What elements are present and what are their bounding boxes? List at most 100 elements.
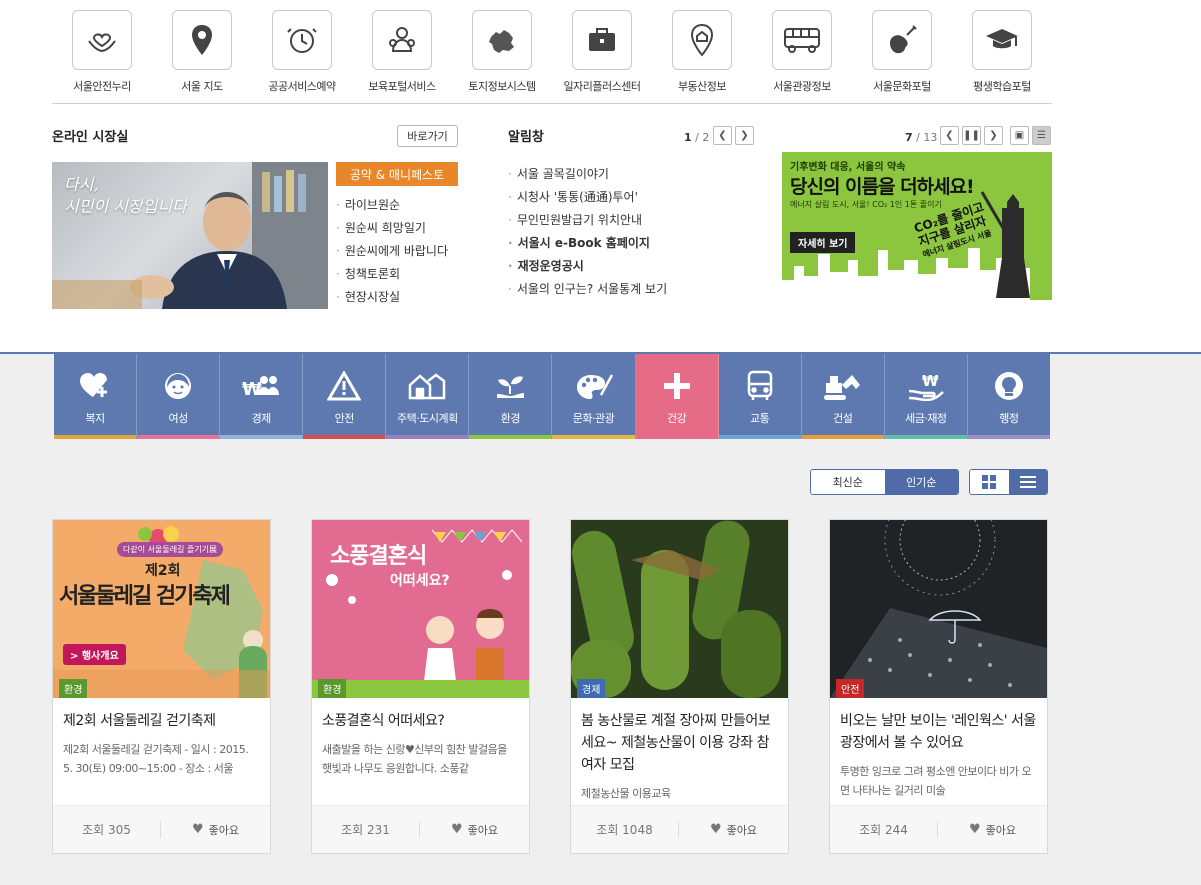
category-traffic[interactable]: 교통 [718,354,802,439]
banner-next-button[interactable]: ❯ [984,126,1003,145]
manifesto-button[interactable]: 공약 & 매니페스토 [336,162,458,186]
shortcut-map[interactable]: 서울 지도 [152,0,252,103]
heart-icon: ♥ [968,822,981,837]
banner-prev-button[interactable]: ❮ [940,126,959,145]
notice-link[interactable]: 서울의 인구는? 서울통계 보기 [508,280,667,303]
notice-next-button[interactable]: ❯ [735,126,754,145]
banner-pause-button[interactable]: ❚❚ [962,126,981,145]
shortcut-learning[interactable]: 평생학습포털 [952,0,1052,103]
like-button[interactable]: ♥ 좋아요 [679,822,788,838]
shortcut-childcare[interactable]: 보육포털서비스 [352,0,452,103]
category-underline [801,435,884,439]
shortcut-reservation[interactable]: 공공서비스예약 [252,0,352,103]
category-construction[interactable]: 건설 [801,354,885,439]
mayor-link[interactable]: 현장시장실 [336,288,448,311]
notice-link[interactable]: 재정운영공시 [508,257,667,280]
shortcut-tourism[interactable]: 서울관광정보 [752,0,852,103]
notice-link[interactable]: 무인민원발급기 위치안내 [508,211,667,234]
won-hand-icon: ₩ [907,368,945,404]
shortcut-safety[interactable]: 서울안전누리 [52,0,152,103]
like-button[interactable]: ♥ 좋아요 [161,822,270,838]
notice-link[interactable]: 서울 골목길이야기 [508,165,667,188]
category-tax[interactable]: ₩ 세금·재정 [884,354,968,439]
category-culture[interactable]: 문화·관광 [552,354,636,439]
shortcut-label: 서울문화포털 [873,80,931,93]
view-count: 조회 231 [312,821,420,838]
list-icon [1019,476,1036,488]
houses-icon [408,368,446,404]
shortcut-jobs[interactable]: 일자리플러스센터 [552,0,652,103]
card-image-caption: 어떠세요? [390,573,450,589]
category-safety[interactable]: 안전 [303,354,387,439]
like-label: 좋아요 [208,823,240,837]
mayor-link[interactable]: 원순씨에게 바랍니다 [336,242,448,265]
heart-plus-icon [78,368,112,404]
category-environment[interactable]: 환경 [469,354,553,439]
category-label: 안전 [334,412,355,425]
card-image: 안전 [830,520,1047,698]
content-card[interactable]: 안전 비오는 날만 보이는 '레인웍스' 서울광장에서 볼 수 있어요 투명한 … [829,519,1048,854]
card-description: 제철농산물 이용교육 [581,787,671,800]
card-image-caption: 서울둘레길 걷기축제 [59,584,231,609]
category-administration[interactable]: 행정 [967,354,1050,439]
mayor-link[interactable]: 라이브원순 [336,196,448,219]
guitar-icon [872,10,932,70]
like-button[interactable]: ♥ 좋아요 [938,822,1047,838]
chevron-left-icon: ❮ [945,130,954,141]
banner-page-current: 7 [905,131,913,144]
notice-link[interactable]: 서울시 e-Book 홈페이지 [508,234,667,257]
category-label: 복지 [85,412,105,425]
house-pin-icon [672,10,732,70]
category-underline [552,435,635,439]
grid-view-button[interactable] [970,470,1009,494]
mayor-link[interactable]: 원순씨 희망일기 [336,219,448,242]
category-welfare[interactable]: 복지 [54,354,138,439]
mayor-photo[interactable]: 다시, 시민이 시장입니다 [52,162,328,309]
child-icon [372,10,432,70]
shortcut-land-info[interactable]: 토지정보시스템 [452,0,552,103]
category-tag: 경제 [577,679,606,698]
category-underline [884,435,967,439]
category-underline [635,435,718,439]
sort-popular-button[interactable]: 인기순 [884,470,958,494]
card-footer: 조회 305 ♥ 좋아요 [53,805,270,853]
heart-icon: ♥ [191,822,204,837]
like-label: 좋아요 [467,823,499,837]
card-title: 비오는 날만 보이는 '레인웍스' 서울광장에서 볼 수 있어요 [840,713,1036,751]
mayor-link[interactable]: 청책토론회 [336,265,448,288]
mayor-goto-button[interactable]: 바로가기 [397,125,458,147]
category-health[interactable]: 건강 [635,354,719,439]
category-economy[interactable]: ₩ 경제 [220,354,304,439]
promo-banner[interactable]: 기후변화 대응, 서울의 약속 당신의 이름을 더하세요! 에너지 살림 도시,… [782,152,1052,300]
category-women[interactable]: 여성 [137,354,221,439]
card-image: 소풍결혼식 어떠세요? 환경 [312,520,529,698]
card-title: 소풍결혼식 어떠세요? [322,713,445,729]
card-description: 투명한 잉크로 그려 평소엔 안보이다 비가 오면 나타나는 길거리 미술 [840,765,1032,797]
shortcut-culture[interactable]: 서울문화포털 [852,0,952,103]
category-underline [386,435,469,439]
card-title: 봄 농산물로 계절 장아찌 만들어보세요~ 제철농산물이 이용 강좌 참여자 모… [581,713,771,773]
banner-list-view-button[interactable]: ☰ [1032,126,1051,145]
banner-more-button[interactable]: 자세히 보기 [790,232,856,253]
photo-caption-line: 시민이 시장입니다 [64,197,187,216]
content-card[interactable]: 경제 봄 농산물로 계절 장아찌 만들어보세요~ 제철농산물이 이용 강좌 참여… [570,519,789,854]
content-card[interactable]: 다같이 서울둘레길 즐기기展 제2회 서울둘레길 걷기축제 > 행사개요 환경 … [52,519,271,854]
category-label: 주택·도시계획 [396,412,458,425]
card-description: 새출발을 하는 신랑♥신부의 힘찬 발걸음을 햇빛과 나무도 응원합니다. 소풍… [322,743,507,775]
shortcut-real-estate[interactable]: 부동산정보 [652,0,752,103]
notice-pager: 1 / 2 [684,131,709,144]
content-card[interactable]: 소풍결혼식 어떠세요? 환경 소풍결혼식 어떠세요? 새출발을 하는 신랑♥신부… [311,519,530,854]
view-toggle [969,469,1048,495]
single-view-icon: ▣ [1014,130,1025,141]
notice-prev-button[interactable]: ❮ [713,126,732,145]
category-label: 세금·재정 [905,412,947,425]
category-housing[interactable]: 주택·도시계획 [386,354,470,439]
notice-link[interactable]: 시청사 '통통(通通)투어' [508,188,667,211]
list-view-button[interactable] [1008,470,1047,494]
banner-single-view-button[interactable]: ▣ [1010,126,1029,145]
list-view-icon: ☰ [1037,130,1046,141]
shortcut-label: 평생학습포털 [973,80,1031,93]
like-button[interactable]: ♥ 좋아요 [420,822,529,838]
sort-latest-button[interactable]: 최신순 [811,470,885,494]
woman-icon [163,368,193,404]
